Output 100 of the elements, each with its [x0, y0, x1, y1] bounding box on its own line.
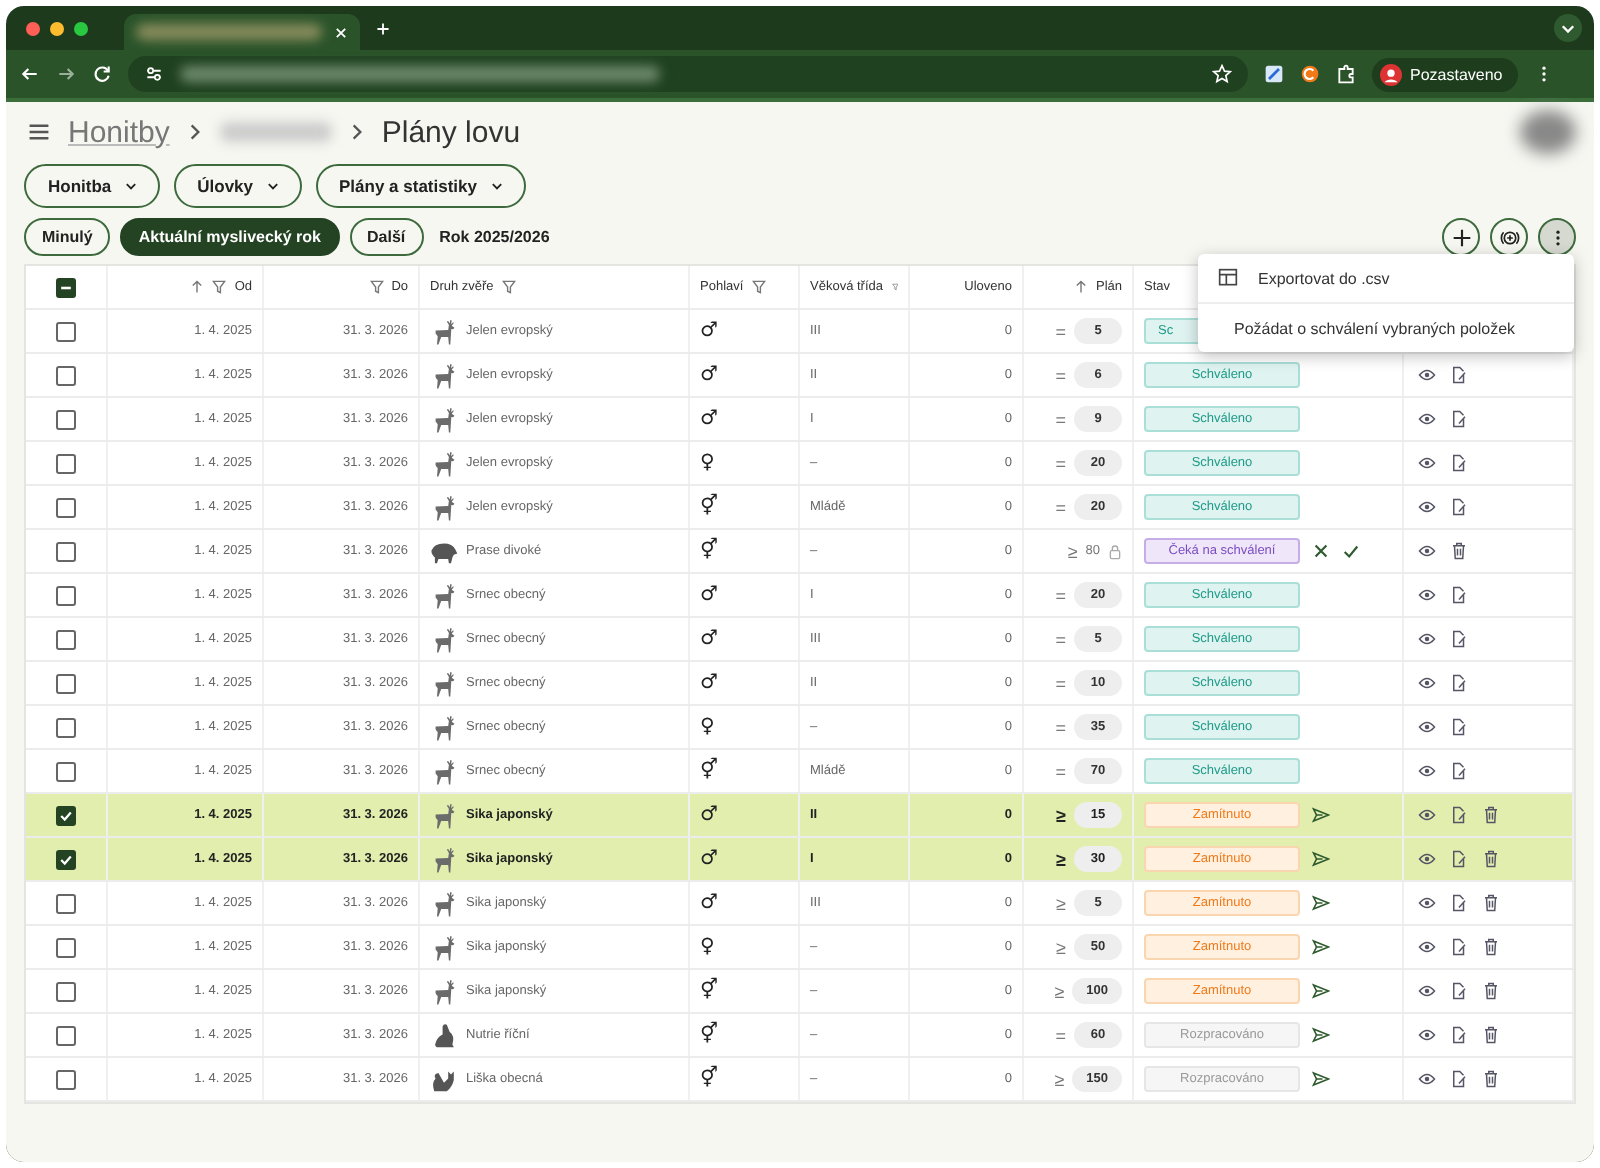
- trash-icon[interactable]: [1482, 894, 1500, 912]
- row-checkbox[interactable]: [56, 541, 76, 561]
- period-button[interactable]: Minulý: [24, 218, 111, 256]
- add-circle-button[interactable]: [1490, 218, 1528, 256]
- trash-icon[interactable]: [1482, 1070, 1500, 1088]
- menu-item[interactable]: Exportovat do .csv: [1198, 254, 1574, 302]
- eye-icon[interactable]: [1418, 762, 1436, 780]
- row-checkbox[interactable]: [56, 981, 76, 1001]
- edit-icon[interactable]: [1450, 850, 1468, 868]
- row-checkbox[interactable]: [56, 629, 76, 649]
- edit-icon[interactable]: [1450, 410, 1468, 428]
- profile-button[interactable]: Pozastaveno: [1372, 57, 1519, 91]
- trash-icon[interactable]: [1482, 850, 1500, 868]
- eye-icon[interactable]: [1418, 718, 1436, 736]
- edit-icon[interactable]: [1450, 366, 1468, 384]
- menu-item[interactable]: Požádat o schválení vybraných položek: [1198, 302, 1574, 352]
- eye-icon[interactable]: [1418, 1070, 1436, 1088]
- forward-icon[interactable]: [56, 64, 76, 84]
- back-icon[interactable]: [20, 64, 40, 84]
- edit-icon[interactable]: [1450, 806, 1468, 824]
- send-icon[interactable]: [1312, 894, 1330, 912]
- eye-icon[interactable]: [1418, 454, 1436, 472]
- eye-icon[interactable]: [1418, 938, 1436, 956]
- send-icon[interactable]: [1312, 982, 1330, 1000]
- trash-icon[interactable]: [1450, 542, 1468, 560]
- row-checkbox[interactable]: [56, 1069, 76, 1089]
- nav-dropdown[interactable]: Úlovky: [173, 164, 302, 208]
- eye-icon[interactable]: [1418, 366, 1436, 384]
- eye-icon[interactable]: [1418, 1026, 1436, 1044]
- eye-icon[interactable]: [1418, 982, 1436, 1000]
- row-checkbox[interactable]: [56, 893, 76, 913]
- send-icon[interactable]: [1312, 1070, 1330, 1088]
- row-checkbox[interactable]: [56, 585, 76, 605]
- row-checkbox[interactable]: [56, 497, 76, 517]
- breadcrumb-link[interactable]: Honitby: [68, 115, 170, 149]
- eye-icon[interactable]: [1418, 894, 1436, 912]
- row-checkbox[interactable]: [56, 673, 76, 693]
- send-icon[interactable]: [1312, 806, 1330, 824]
- edit-icon[interactable]: [1450, 718, 1468, 736]
- filter-icon[interactable]: [751, 280, 766, 294]
- row-checkbox[interactable]: [56, 761, 76, 781]
- eye-icon[interactable]: [1418, 586, 1436, 604]
- edit-icon[interactable]: [1450, 498, 1468, 516]
- chevron-down-icon[interactable]: [1554, 14, 1582, 42]
- send-icon[interactable]: [1312, 850, 1330, 868]
- filter-icon[interactable]: [501, 280, 516, 294]
- add-button[interactable]: [1442, 218, 1480, 256]
- row-checkbox[interactable]: [56, 717, 76, 737]
- eye-icon[interactable]: [1418, 674, 1436, 692]
- reload-icon[interactable]: [92, 64, 112, 84]
- eye-icon[interactable]: [1418, 542, 1436, 560]
- send-icon[interactable]: [1312, 1026, 1330, 1044]
- eye-icon[interactable]: [1418, 498, 1436, 516]
- extension-icon[interactable]: [1300, 64, 1320, 84]
- approve-icon[interactable]: [1342, 542, 1360, 560]
- row-checkbox[interactable]: [56, 805, 76, 825]
- period-button[interactable]: Aktuální myslivecký rok: [120, 218, 339, 256]
- edit-icon[interactable]: [1450, 982, 1468, 1000]
- row-checkbox[interactable]: [56, 453, 76, 473]
- zoom-window-icon[interactable]: [74, 21, 88, 35]
- sort-up-icon[interactable]: [190, 280, 205, 294]
- edit-icon[interactable]: [1450, 894, 1468, 912]
- row-checkbox[interactable]: [56, 321, 76, 341]
- more-options-button[interactable]: [1538, 218, 1576, 256]
- filter-icon[interactable]: [212, 280, 227, 294]
- trash-icon[interactable]: [1482, 938, 1500, 956]
- edit-icon[interactable]: [1450, 454, 1468, 472]
- eye-icon[interactable]: [1418, 806, 1436, 824]
- close-window-icon[interactable]: [26, 21, 40, 35]
- eye-icon[interactable]: [1418, 410, 1436, 428]
- trash-icon[interactable]: [1482, 806, 1500, 824]
- edit-icon[interactable]: [1450, 630, 1468, 648]
- row-checkbox[interactable]: [56, 1025, 76, 1045]
- row-checkbox[interactable]: [56, 849, 76, 869]
- extension-icon[interactable]: [1264, 64, 1284, 84]
- sort-up-icon[interactable]: [1073, 280, 1088, 294]
- row-checkbox[interactable]: [56, 365, 76, 385]
- row-checkbox[interactable]: [56, 937, 76, 957]
- new-tab-icon[interactable]: [376, 21, 390, 35]
- edit-icon[interactable]: [1450, 1070, 1468, 1088]
- minimize-window-icon[interactable]: [50, 21, 64, 35]
- star-icon[interactable]: [1212, 64, 1232, 84]
- close-icon[interactable]: [334, 25, 348, 39]
- edit-icon[interactable]: [1450, 938, 1468, 956]
- puzzle-icon[interactable]: [1336, 64, 1356, 84]
- site-settings-icon[interactable]: [144, 64, 164, 84]
- menu-icon[interactable]: [28, 122, 50, 142]
- eye-icon[interactable]: [1418, 630, 1436, 648]
- nav-dropdown[interactable]: Plány a statistiky: [315, 164, 525, 208]
- period-button[interactable]: Další: [349, 218, 424, 256]
- row-checkbox[interactable]: [56, 409, 76, 429]
- eye-icon[interactable]: [1418, 850, 1436, 868]
- edit-icon[interactable]: [1450, 674, 1468, 692]
- reject-icon[interactable]: [1312, 542, 1330, 560]
- select-all-checkbox[interactable]: [56, 277, 76, 297]
- edit-icon[interactable]: [1450, 586, 1468, 604]
- trash-icon[interactable]: [1482, 1026, 1500, 1044]
- edit-icon[interactable]: [1450, 1026, 1468, 1044]
- edit-icon[interactable]: [1450, 762, 1468, 780]
- filter-icon[interactable]: [369, 280, 384, 294]
